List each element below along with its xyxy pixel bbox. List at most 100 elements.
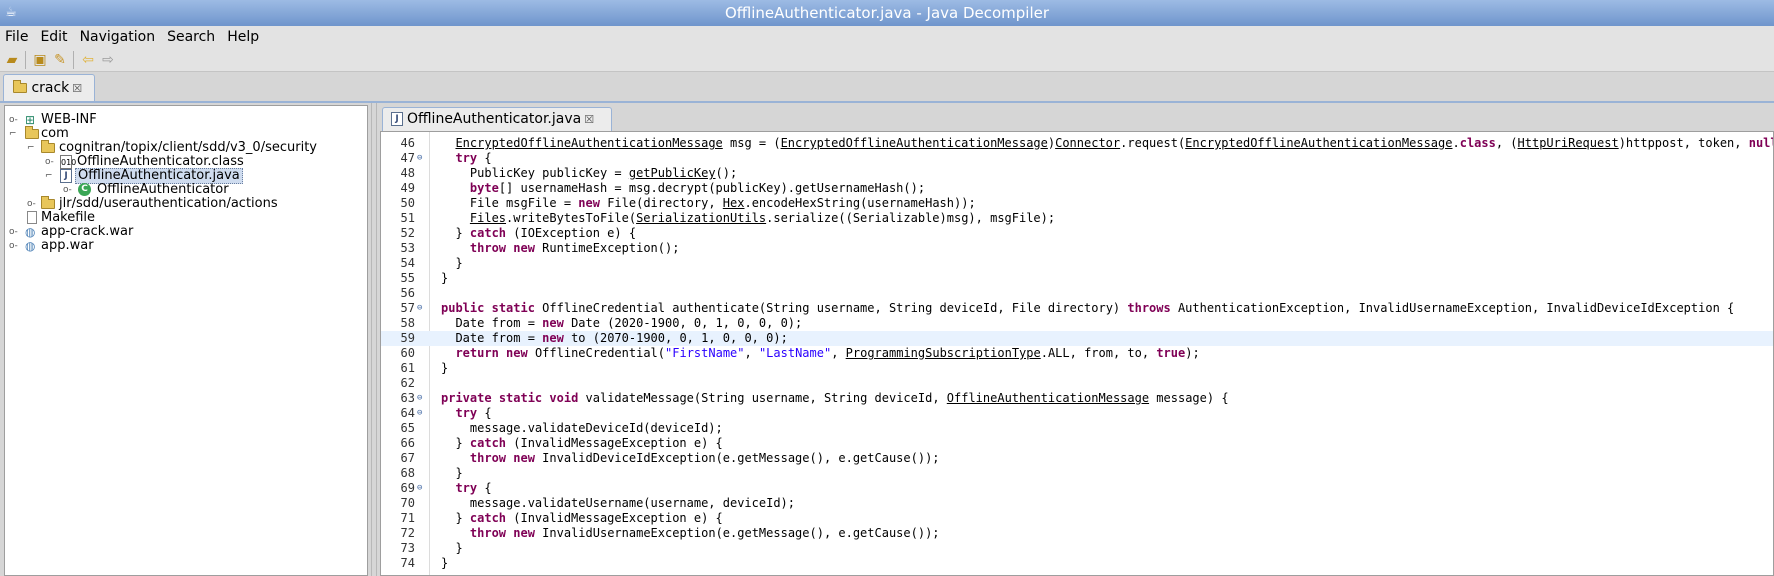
window-title: OfflineAuthenticator.java - Java Decompi… [724,4,1050,22]
code-line[interactable]: 50 File msgFile = new File(directory, He… [381,196,1773,211]
code-line[interactable]: 61} [381,361,1773,376]
keyword-token: throw [469,526,507,540]
code-line[interactable]: 55} [381,271,1773,286]
code-line[interactable]: 47 ⊖ try { [381,151,1773,166]
code-line[interactable]: 51 Files.writeBytesToFile(SerializationU… [381,211,1773,226]
code-line[interactable]: 67 throw new InvalidDeviceIdException(e.… [381,451,1773,466]
tab-crack[interactable]: crack ☒ [3,74,95,102]
menu-edit[interactable]: Edit [34,26,73,48]
fold-toggle-icon[interactable]: ⊖ [417,481,427,496]
code-line[interactable]: 49 byte[] usernameHash = msg.decrypt(pub… [381,181,1773,196]
type-link[interactable]: EncryptedOfflineAuthenticationMessage [781,136,1048,150]
code-text: File msgFile = new File(directory, Hex.e… [441,196,976,211]
code-line[interactable]: 74} [381,556,1773,571]
code-line[interactable]: 46 EncryptedOfflineAuthenticationMessage… [381,136,1773,151]
code-text: } [441,271,448,286]
code-line[interactable]: 52 } catch (IOException e) { [381,226,1773,241]
code-line[interactable]: 56 [381,286,1773,301]
code-line[interactable]: 57 ⊖ public static OfflineCredential authe… [381,301,1773,316]
code-token: AuthenticationException, InvalidUsername… [1170,301,1735,315]
code-token: } [441,256,463,270]
code-token: )httppost, token, [1618,136,1749,150]
menu-navigation[interactable]: Navigation [74,26,162,48]
keyword-token: try [455,406,478,420]
line-number: 63 [400,391,415,405]
code-line[interactable]: 60 return new OfflineCredential("FirstNa… [381,346,1773,361]
fold-toggle-icon[interactable]: ⊖ [417,391,427,406]
code-line[interactable]: 48 PublicKey publicKey = getPublicKey(); [381,166,1773,181]
back-arrow-icon[interactable]: ⇦ [79,51,97,69]
code-line[interactable]: 70 message.validateUsername(username, de… [381,496,1773,511]
search-icon[interactable]: ✎ [51,51,69,69]
type-link[interactable]: EncryptedOfflineAuthenticationMessage [455,136,722,150]
close-icon[interactable]: ☒ [584,113,594,126]
type-link[interactable]: SerializationUtils [636,211,766,225]
code-token: [] usernameHash = msg.decrypt(publicKey)… [498,181,926,195]
code-line[interactable]: 66 } catch (InvalidMessageException e) { [381,436,1773,451]
type-link[interactable]: getPublicKey [629,166,716,180]
tree-toggle-icon[interactable]: ⌐ [9,126,19,142]
code-text: message.validateDeviceId(deviceId); [441,421,723,436]
package-icon: ⊞ [25,113,36,127]
code-line[interactable]: 54 } [381,256,1773,271]
keyword-token: new [513,526,535,540]
line-number: 68 [400,466,415,480]
type-link[interactable]: Files [470,211,506,225]
fold-toggle-icon[interactable]: ⊖ [417,151,427,166]
tab-offlineauthenticator-java[interactable]: J OfflineAuthenticator.java ☒ [382,107,612,131]
workspace: o‑ ⊞ WEB-INF ⌐ com ⌐ cognitran/topix/cli… [0,101,1774,576]
forward-arrow-icon[interactable]: ⇨ [99,51,117,69]
type-link[interactable]: Connector [1055,136,1120,150]
tree-toggle-icon[interactable]: ⌐ [27,140,37,156]
line-number: 46 [400,136,415,150]
open-file-icon[interactable]: ▰ [3,51,21,69]
code-editor[interactable]: 46 EncryptedOfflineAuthenticationMessage… [380,131,1774,576]
type-link[interactable]: ProgrammingSubscriptionType [846,346,1041,360]
keyword-token: new [506,346,528,360]
code-line[interactable]: 63 ⊖ private static void validateMessage(S… [381,391,1773,406]
menu-help[interactable]: Help [221,26,265,48]
code-line[interactable]: 72 throw new InvalidUsernameException(e.… [381,526,1773,541]
tab-crack-label: crack [31,80,70,96]
type-link[interactable]: HttpUriRequest [1518,136,1619,150]
keyword-token: public [441,301,485,315]
line-number: 60 [400,346,415,360]
code-line[interactable]: 65 message.validateDeviceId(deviceId); [381,421,1773,436]
close-icon[interactable]: ☒ [72,82,82,95]
code-token: .writeBytesToFile( [506,211,637,225]
code-line[interactable]: 62 [381,376,1773,391]
code-token: .ALL, from, to, [1040,346,1157,360]
archive-icon: ◍ [25,239,36,253]
type-link[interactable]: EncryptedOfflineAuthenticationMessage [1185,136,1452,150]
menu-search[interactable]: Search [161,26,221,48]
tree-toggle-icon[interactable]: ⌐ [45,168,55,184]
code-line[interactable]: 59 Date from = new to (2070-1900, 0, 1, … [381,331,1773,346]
code-token: } [441,271,449,285]
tree-toggle-icon[interactable]: o‑ [9,238,19,254]
code-line[interactable]: 71 } catch (InvalidMessageException e) { [381,511,1773,526]
type-link[interactable]: OfflineAuthenticationMessage [947,391,1149,405]
code-line[interactable]: 73 } [381,541,1773,556]
keyword-token: void [549,391,579,405]
code-text: throw new InvalidUsernameException(e.get… [441,526,940,541]
code-line[interactable]: 58 Date from = new Date (2020-1900, 0, 1… [381,316,1773,331]
line-number: 62 [400,376,415,390]
panel-splitter[interactable] [371,103,377,576]
tree-toggle-icon[interactable]: o‑ [27,196,37,212]
keyword-token: throws [1127,301,1171,315]
keyword-token: throw [469,241,507,255]
code-text: Date from = new to (2070-1900, 0, 1, 0, … [441,331,787,346]
fold-toggle-icon[interactable]: ⊖ [417,406,427,421]
fold-toggle-icon[interactable]: ⊖ [417,301,427,316]
open-type-icon[interactable]: ▣ [31,51,49,69]
code-line[interactable]: 53 throw new RuntimeException(); [381,241,1773,256]
type-link[interactable]: Hex [723,196,745,210]
keyword-token: new [542,331,564,345]
menu-file[interactable]: File [0,26,34,48]
code-text: message.validateUsername(username, devic… [441,496,795,511]
code-line[interactable]: 69 ⊖ try { [381,481,1773,496]
code-line[interactable]: 68 } [381,466,1773,481]
code-line[interactable]: 64 ⊖ try { [381,406,1773,421]
